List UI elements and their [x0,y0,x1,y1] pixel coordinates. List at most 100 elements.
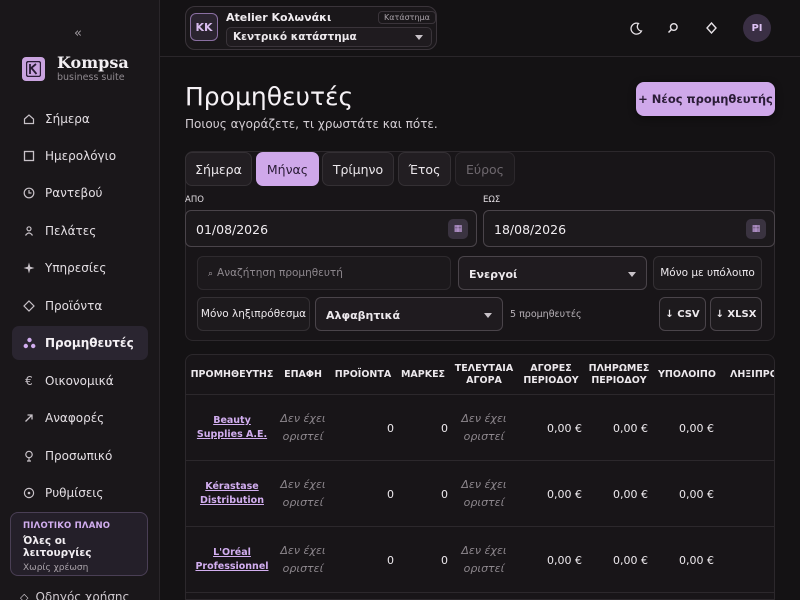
home-icon [22,112,36,126]
plan-title: Όλες οι λειτουργίες [23,535,92,559]
supplier-name-link[interactable]: Beauty Supplies Α.Ε. [190,414,274,442]
column-header[interactable]: ΠΡΟΪΟΝΤΑ [332,355,394,395]
column-header[interactable]: ΕΠΑΦΗ [278,355,328,395]
sidebar-item-staff[interactable]: Προσωπικό [12,439,148,473]
diamond-icon [22,299,36,313]
user-icon [22,224,36,238]
sidebar-item-reports[interactable]: Αναφορές [12,401,148,435]
store-switcher[interactable]: KK Atelier Κολωνάκι Κατάστημα Κεντρικό κ… [185,6,437,50]
moon-icon[interactable] [628,20,644,36]
supplier-search-input[interactable]: ⌕ Αναζήτηση προμηθευτή [197,256,451,290]
sidebar-item-label: Ημερολόγιο [45,149,117,163]
table-row[interactable]: L'Oréal Professionnel Δεν έχει οριστεί 0… [186,527,774,593]
chevron-down-icon [628,272,636,277]
balance-cell: 0,00 € [679,421,714,435]
table-row[interactable]: Kérastase Distribution Δεν έχει οριστεί … [186,461,774,527]
column-header[interactable]: ΑΓΟΡΕΣ ΠΕΡΙΟΔΟΥ [520,355,582,395]
euro-icon: € [25,374,33,388]
store-name: Atelier Κολωνάκι [226,11,332,24]
last-purchase-cell: Δεν έχει οριστεί [461,412,507,443]
products-cell: 0 [387,421,394,435]
brands-cell: 0 [441,421,448,435]
store-location-value: Κεντρικό κατάστημα [233,31,357,43]
plan-tag: ΠΙΛΟΤΙΚΟ ΠΛΑΝΟ [23,521,111,531]
sort-select[interactable]: Αλφαβητικά [315,297,503,331]
sidebar-item-suppliers[interactable]: Προμηθευτές [12,326,148,360]
user-guide-link[interactable]: ◇ Οδηγός χρήσης [20,590,130,600]
sidebar-item-services[interactable]: Υπηρεσίες [12,251,148,285]
products-cell: 0 [387,487,394,501]
supplier-name-link[interactable]: Kérastase Distribution [190,480,274,508]
store-location-select[interactable]: Κεντρικό κατάστημα [226,27,432,47]
last-purchase-cell: Δεν έχει οριστεί [461,478,507,509]
export-xlsx-button[interactable]: ↓ XLSX [710,297,762,331]
sidebar-item-label: Ρυθμίσεις [45,486,104,500]
calendar-icon[interactable]: ▦ [448,219,468,239]
chevron-down-icon [484,313,492,318]
sidebar-item-calendar[interactable]: Ημερολόγιο [12,139,148,173]
column-header[interactable]: ΥΠΟΛΟΙΠΟ [656,355,718,395]
tab-year[interactable]: Έτος [398,152,451,186]
sidebar-item-clients[interactable]: Πελάτες [12,214,148,248]
column-header[interactable]: ΠΛΗΡΩΜΕΣ ΠΕΡΙΟΔΟΥ [586,355,652,395]
balance-only-toggle[interactable]: Μόνο με υπόλοιπο [653,256,762,290]
sidebar-item-today[interactable]: Σήμερα [12,102,148,136]
brand-tagline: business suite [57,72,125,83]
new-supplier-button[interactable]: + Νέος προμηθευτής [636,82,775,116]
balance-cell: 0,00 € [679,487,714,501]
purchases-cell: 0,00 € [547,553,582,567]
brands-cell: 0 [441,487,448,501]
sparkle-icon [22,261,36,275]
to-date-field[interactable]: 18/08/2026 ▦ [483,210,775,247]
book-icon: ◇ [20,591,29,600]
page-title: Προμηθευτές [185,82,354,111]
diamond-icon[interactable] [703,20,719,36]
sidebar-item-label: Πελάτες [45,224,97,238]
search-icon: ⌕ [208,269,214,279]
calendar-icon[interactable]: ▦ [746,219,766,239]
from-date-value: 01/08/2026 [196,222,269,237]
calendar-icon [22,149,36,163]
status-select[interactable]: Ενεργοί [458,256,647,290]
sidebar-item-appointments[interactable]: Ραντεβού [12,176,148,210]
table-row[interactable]: Beauty Supplies Α.Ε. Δεν έχει οριστεί 0 … [186,395,774,461]
brand-name: Kompsa [57,53,129,72]
brand[interactable]: Kompsa business suite [22,55,129,83]
sidebar-item-label: Ραντεβού [45,186,103,200]
column-header[interactable]: ΜΑΡΚΕΣ [398,355,448,395]
tab-range[interactable]: Εύρος [455,152,515,186]
user-avatar[interactable]: PI [743,14,771,42]
staff-icon [22,449,36,463]
user-guide-label: Οδηγός χρήσης [35,590,130,600]
sidebar-item-label: Αναφορές [45,411,105,425]
sidebar-item-label: Σήμερα [45,112,90,126]
export-csv-button[interactable]: ↓ CSV [659,297,706,331]
chevron-down-icon [415,35,423,40]
purchases-cell: 0,00 € [547,421,582,435]
column-header[interactable]: ΛΗΞΙΠΡΟΘΕΣΜΑ [722,355,774,395]
tab-today[interactable]: Σήμερα [185,152,252,186]
sidebar-item-products[interactable]: Προϊόντα [12,289,148,323]
column-header[interactable]: ΤΕΛΕΥΤΑΙΑ ΑΓΟΡΑ [452,355,516,395]
contact-cell: Δεν έχει οριστεί [280,478,326,509]
payments-cell: 0,00 € [613,487,648,501]
sidebar-item-finance[interactable]: € Οικονομικά [12,364,148,398]
sidebar-item-settings[interactable]: Ρυθμίσεις [12,476,148,510]
supplier-name-link[interactable]: L'Oréal Professionnel [190,546,274,574]
gear-icon [22,486,36,500]
from-date-field[interactable]: 01/08/2026 ▦ [185,210,477,247]
status-select-value: Ενεργοί [469,268,518,281]
supplier-count: 5 προμηθευτές [510,309,582,320]
balance-cell: 0,00 € [679,553,714,567]
sort-select-value: Αλφαβητικά [326,309,401,322]
column-header[interactable]: ΠΡΟΜΗΘΕΥΤΗΣ [190,355,274,395]
tab-quarter[interactable]: Τρίμηνο [322,152,394,186]
tab-month[interactable]: Μήνας [256,152,319,186]
overdue-only-toggle[interactable]: Μόνο ληξιπρόθεσμα [197,297,310,331]
topbar-divider [160,56,800,57]
plan-card[interactable]: ΠΙΛΟΤΙΚΟ ΠΛΑΝΟ Όλες οι λειτουργίες Χωρίς… [10,512,148,576]
sidebar-item-label: Προμηθευτές [45,336,134,350]
search-icon[interactable] [665,20,681,36]
products-cell: 0 [387,553,394,567]
collapse-sidebar-button[interactable]: « [74,26,82,41]
